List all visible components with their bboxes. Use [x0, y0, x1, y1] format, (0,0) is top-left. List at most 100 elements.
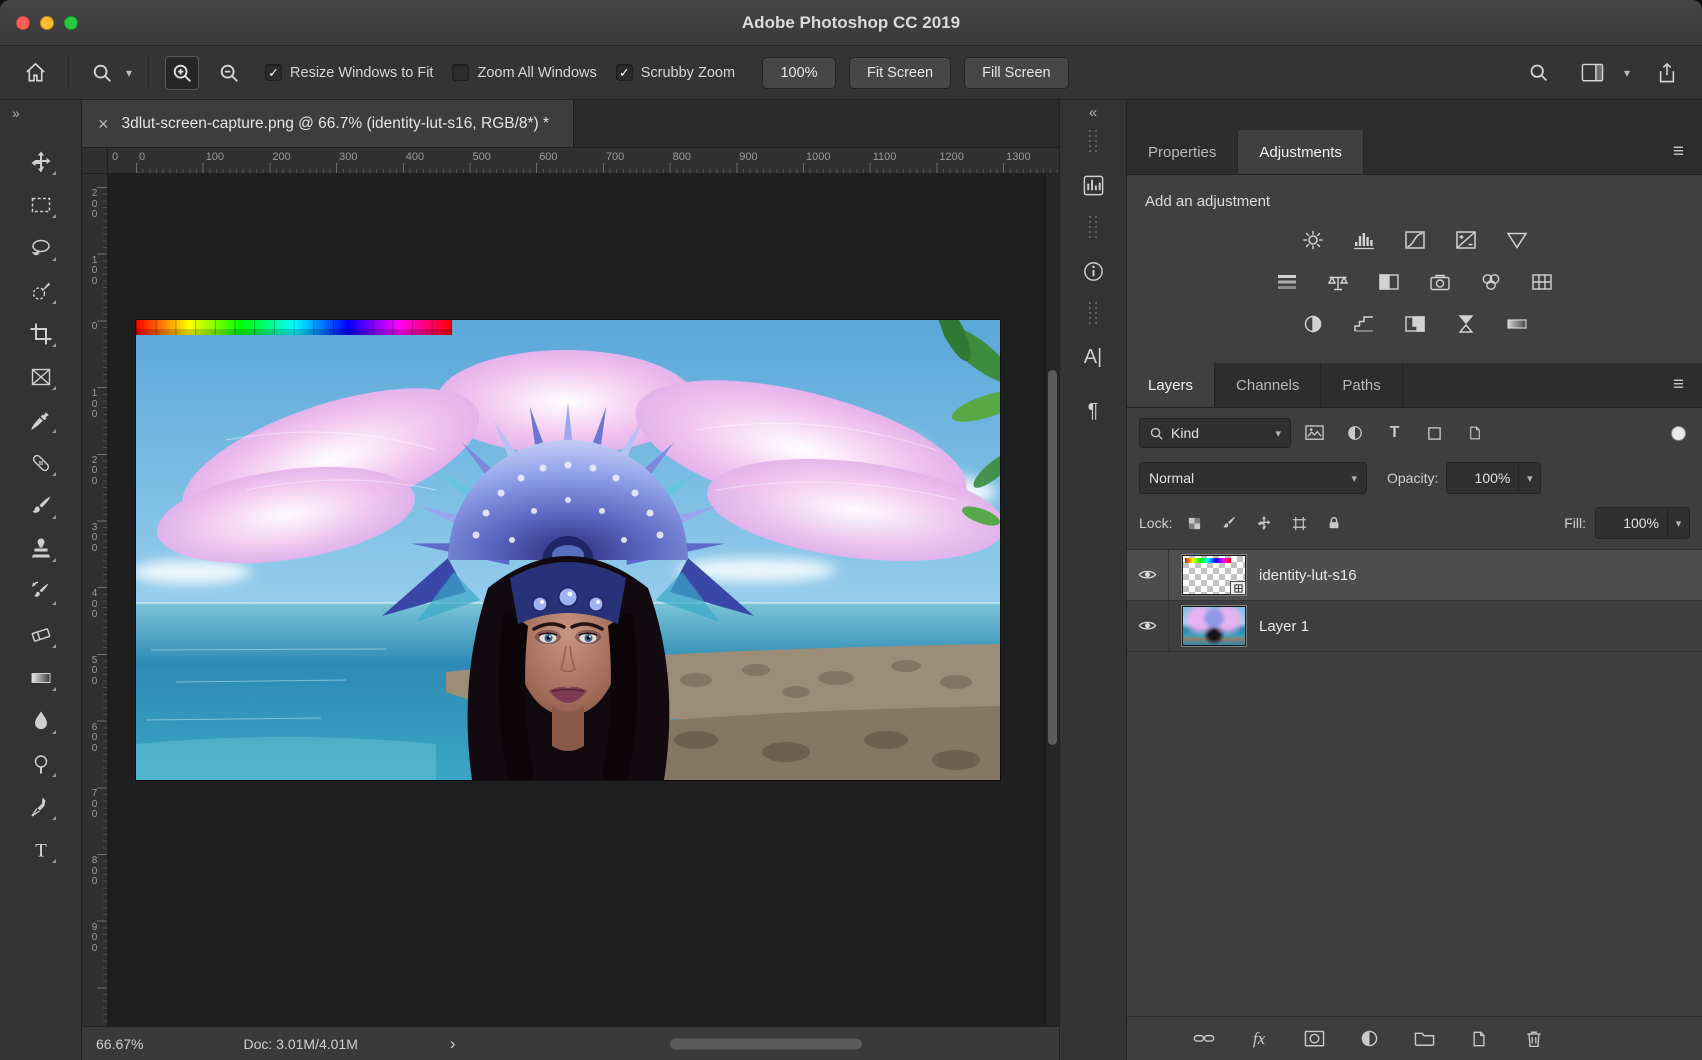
filter-pixel-layers-button[interactable]	[1298, 419, 1331, 447]
layer-visibility-toggle[interactable]	[1127, 550, 1169, 600]
tab-channels[interactable]: Channels	[1215, 363, 1321, 407]
tool-pen[interactable]	[18, 785, 64, 828]
document-size-status[interactable]: Doc: 3.01M/4.01M	[243, 1036, 357, 1052]
adjustments-panel-menu-icon[interactable]: ≡	[1673, 130, 1702, 174]
zoom-percentage-field[interactable]: 100%	[762, 57, 836, 89]
tab-layers[interactable]: Layers	[1127, 363, 1215, 407]
panel-grip[interactable]	[1089, 212, 1097, 244]
panel-collapse-button[interactable]: «	[1060, 100, 1126, 126]
adjustment-color-lookup-button[interactable]	[1521, 267, 1563, 297]
filter-adjustment-layers-button[interactable]	[1338, 419, 1371, 447]
lock-transparent-pixels-button[interactable]	[1181, 511, 1207, 535]
tool-spot-healing-brush[interactable]	[18, 441, 64, 484]
layer-thumbnail[interactable]	[1182, 606, 1246, 646]
lock-image-pixels-button[interactable]	[1216, 511, 1242, 535]
lock-artboard-button[interactable]	[1286, 511, 1312, 535]
zoom-tool-indicator[interactable]	[85, 56, 119, 90]
blend-mode-dropdown[interactable]: Normal ▾	[1139, 462, 1367, 494]
filter-smart-object-layers-button[interactable]	[1458, 419, 1491, 447]
adjustment-vibrance-button[interactable]	[1496, 225, 1538, 255]
tool-crop[interactable]	[18, 312, 64, 355]
panel-grip[interactable]	[1089, 298, 1097, 330]
paragraph-panel-button[interactable]: ¶	[1069, 387, 1117, 435]
add-layer-mask-button[interactable]	[1301, 1026, 1327, 1052]
canvas-pasteboard[interactable]	[108, 174, 1045, 1026]
tool-history-brush[interactable]	[18, 570, 64, 613]
layer-visibility-toggle[interactable]	[1127, 601, 1169, 651]
fit-screen-button[interactable]: Fit Screen	[849, 57, 951, 89]
horizontal-ruler[interactable]: 0010020030040050060070080090010001100120…	[108, 148, 1059, 173]
tab-properties[interactable]: Properties	[1127, 130, 1238, 174]
vertical-scrollbar[interactable]	[1045, 174, 1059, 1026]
fill-screen-button[interactable]: Fill Screen	[964, 57, 1069, 89]
workspace-switcher-button[interactable]	[1576, 56, 1610, 90]
filter-shape-layers-button[interactable]	[1418, 419, 1451, 447]
zoom-out-button[interactable]	[212, 56, 246, 90]
layers-panel-menu-icon[interactable]: ≡	[1673, 363, 1702, 407]
tool-move[interactable]	[18, 140, 64, 183]
canvas-image[interactable]	[136, 320, 1000, 780]
tool-dodge[interactable]	[18, 742, 64, 785]
adjustment-black-white-button[interactable]	[1368, 267, 1410, 297]
zoom-tool-chevron-icon[interactable]: ▾	[126, 66, 132, 80]
kind-filter-dropdown[interactable]: Kind ▾	[1139, 418, 1291, 448]
adjustment-photo-filter-button[interactable]	[1419, 267, 1461, 297]
tool-quick-selection[interactable]	[18, 269, 64, 312]
character-panel-button[interactable]: A|	[1069, 333, 1117, 381]
tool-lasso[interactable]	[18, 226, 64, 269]
checkbox-zoom-all-windows[interactable]: Zoom All Windows	[452, 64, 596, 81]
workspace-chevron-icon[interactable]: ▾	[1624, 66, 1630, 80]
toolbar-expand-button[interactable]: »	[0, 100, 81, 126]
canvas-document[interactable]	[136, 320, 1000, 780]
filter-type-layers-button[interactable]: T	[1378, 419, 1411, 447]
layer-style-button[interactable]: fx	[1246, 1026, 1272, 1052]
tool-gradient[interactable]	[18, 656, 64, 699]
search-button[interactable]	[1522, 56, 1556, 90]
share-button[interactable]	[1650, 56, 1684, 90]
minimize-window-button[interactable]	[40, 16, 54, 30]
layer-filter-toggle[interactable]	[1671, 426, 1686, 441]
delete-layer-button[interactable]	[1521, 1026, 1547, 1052]
home-button[interactable]	[18, 56, 52, 90]
adjustment-gradient-map-button[interactable]	[1496, 309, 1538, 339]
vertical-ruler[interactable]: 2 0 01 0 001 0 02 0 03 0 04 0 05 0 06 0 …	[82, 174, 108, 1026]
zoom-in-button[interactable]	[165, 56, 199, 90]
histogram-panel-button[interactable]	[1069, 161, 1117, 209]
tab-paths[interactable]: Paths	[1321, 363, 1402, 407]
link-layers-button[interactable]	[1191, 1026, 1217, 1052]
adjustment-curves-button[interactable]	[1394, 225, 1436, 255]
opacity-dropdown[interactable]: 100% ▾	[1446, 462, 1541, 494]
checkbox-scrubby-zoom[interactable]: ✓ Scrubby Zoom	[616, 64, 735, 81]
adjustment-posterize-button[interactable]	[1343, 309, 1385, 339]
new-group-button[interactable]	[1411, 1026, 1437, 1052]
new-layer-button[interactable]	[1466, 1026, 1492, 1052]
fill-dropdown[interactable]: 100% ▾	[1595, 507, 1690, 539]
tool-clone-stamp[interactable]	[18, 527, 64, 570]
adjustment-hue-saturation-button[interactable]	[1266, 267, 1308, 297]
checkbox-resize-windows-to-fit[interactable]: ✓ Resize Windows to Fit	[265, 64, 433, 81]
panel-grip[interactable]	[1089, 126, 1097, 158]
adjustment-selective-color-button[interactable]	[1445, 309, 1487, 339]
vertical-scrollbar-thumb[interactable]	[1048, 370, 1057, 745]
tool-rectangular-marquee[interactable]	[18, 183, 64, 226]
layer-row-identity-lut[interactable]: identity-lut-s16	[1127, 550, 1702, 601]
panel-drag-bar[interactable]	[1127, 100, 1702, 130]
layer-thumbnail[interactable]	[1182, 555, 1246, 595]
tool-frame[interactable]	[18, 355, 64, 398]
close-tab-icon[interactable]: ×	[98, 115, 109, 133]
tab-adjustments[interactable]: Adjustments	[1238, 130, 1364, 174]
zoom-window-button[interactable]	[64, 16, 78, 30]
tool-brush[interactable]	[18, 484, 64, 527]
horizontal-scrollbar-thumb[interactable]	[670, 1038, 862, 1049]
adjustment-brightness-contrast-button[interactable]	[1292, 225, 1334, 255]
status-expand-icon[interactable]: ›	[450, 1034, 456, 1054]
lock-position-button[interactable]	[1251, 511, 1277, 535]
layer-row-layer-1[interactable]: Layer 1	[1127, 601, 1702, 652]
horizontal-scrollbar[interactable]	[670, 1038, 862, 1049]
new-adjustment-layer-button[interactable]	[1356, 1026, 1382, 1052]
ruler-corner[interactable]	[82, 148, 108, 173]
lock-all-button[interactable]	[1321, 511, 1347, 535]
adjustment-threshold-button[interactable]	[1394, 309, 1436, 339]
close-window-button[interactable]	[16, 16, 30, 30]
info-panel-button[interactable]	[1069, 247, 1117, 295]
